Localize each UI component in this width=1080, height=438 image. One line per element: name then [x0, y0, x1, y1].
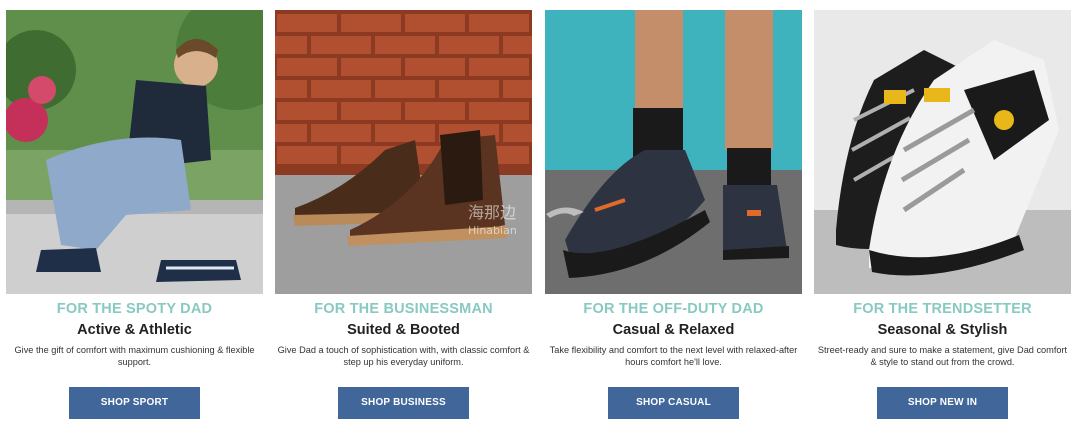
product-card-sport: FOR THE SPOTY DAD Active & Athletic Give…	[6, 10, 263, 430]
sport-photo	[6, 10, 263, 294]
casual-photo	[545, 10, 802, 294]
card-kicker: FOR THE BUSINESSMAN	[314, 301, 493, 317]
shop-business-button[interactable]: SHOP BUSINESS	[338, 387, 469, 419]
business-photo	[275, 10, 532, 294]
product-image-sport[interactable]	[6, 10, 263, 294]
card-description: Street-ready and sure to make a statemen…	[817, 345, 1068, 367]
product-card-business: FOR THE BUSINESSMAN Suited & Booted Give…	[275, 10, 532, 430]
product-image-casual[interactable]	[545, 10, 802, 294]
card-title: Seasonal & Stylish	[877, 322, 1008, 338]
card-description: Take flexibility and comfort to the next…	[549, 345, 798, 367]
card-kicker: FOR THE SPOTY DAD	[56, 301, 213, 317]
card-kicker: FOR THE OFF-DUTY DAD	[583, 301, 764, 317]
card-description: Give the gift of comfort with maximum cu…	[14, 345, 255, 367]
card-kicker: FOR THE TRENDSETTER	[853, 301, 1032, 317]
new-in-photo	[814, 10, 1071, 294]
card-title: Casual & Relaxed	[612, 322, 735, 338]
shop-new-in-button[interactable]: SHOP NEW IN	[877, 387, 1008, 419]
product-image-new-in[interactable]	[814, 10, 1071, 294]
card-title: Active & Athletic	[77, 322, 192, 338]
shop-casual-button[interactable]: SHOP CASUAL	[608, 387, 739, 419]
shop-sport-button[interactable]: SHOP SPORT	[69, 387, 200, 419]
product-card-casual: FOR THE OFF-DUTY DAD Casual & Relaxed Ta…	[545, 10, 802, 430]
product-card-new-in: FOR THE TRENDSETTER Seasonal & Stylish S…	[814, 10, 1071, 430]
product-image-business[interactable]	[275, 10, 532, 294]
card-title: Suited & Booted	[347, 322, 460, 338]
card-description: Give Dad a touch of sophistication with,…	[277, 345, 530, 367]
